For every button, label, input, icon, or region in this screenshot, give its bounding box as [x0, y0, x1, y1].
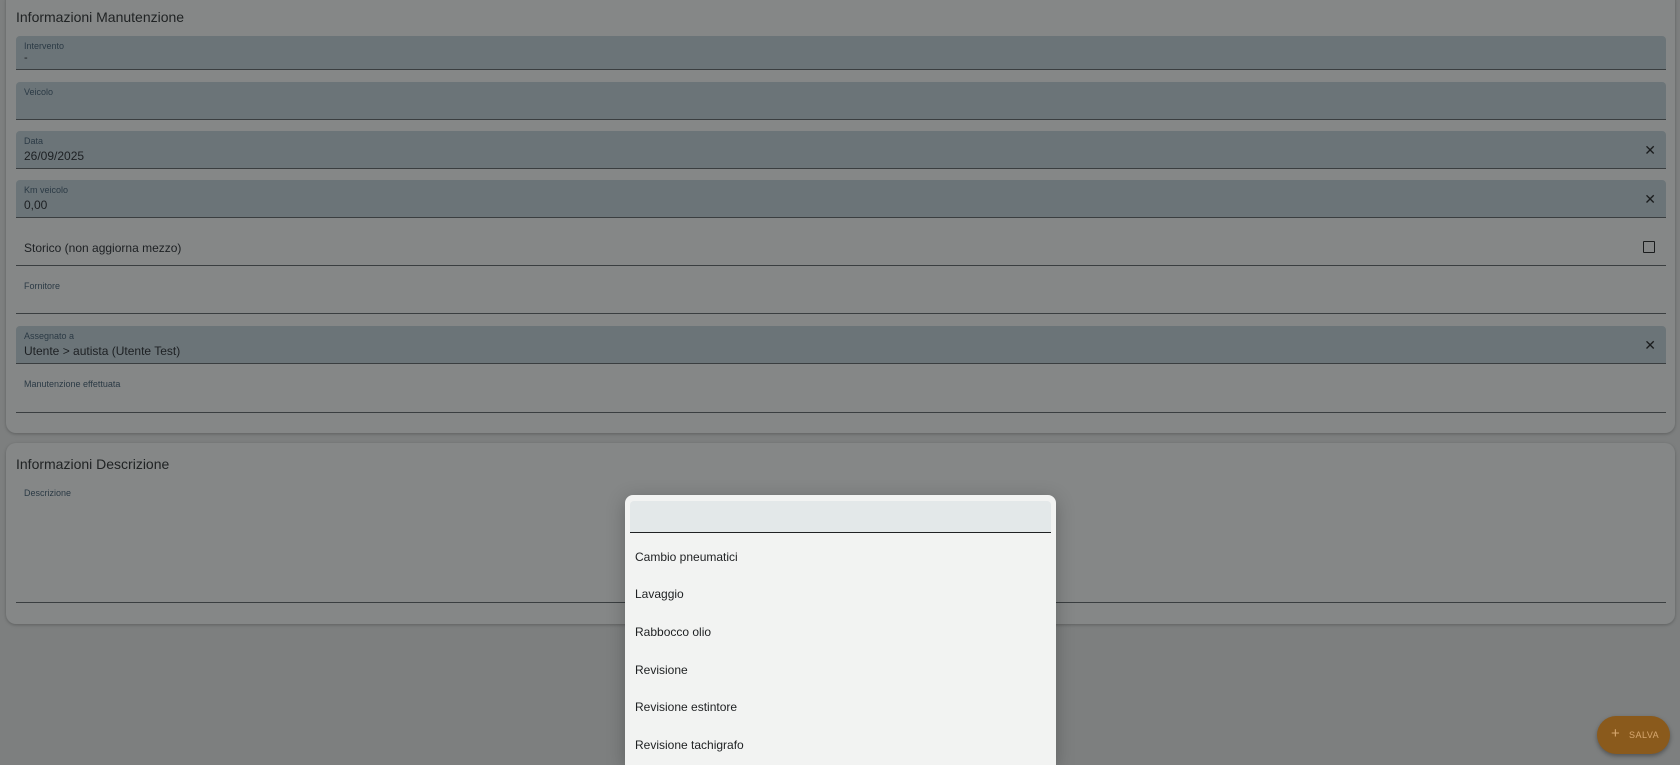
- assegnato-label: Assegnato a: [24, 331, 75, 341]
- plus-icon: +: [1611, 725, 1621, 742]
- intervento-field[interactable]: Intervento -: [16, 36, 1666, 70]
- fornitore-field[interactable]: Fornitore: [16, 276, 1666, 314]
- assegnato-clear-icon[interactable]: ✕: [1644, 338, 1656, 352]
- description-section-title: Informazioni Descrizione: [16, 456, 170, 472]
- save-button[interactable]: + SALVA: [1597, 716, 1670, 754]
- data-label: Data: [24, 136, 44, 146]
- veicolo-field[interactable]: Veicolo: [16, 82, 1666, 120]
- maintenance-section-title: Informazioni Manutenzione: [16, 9, 185, 25]
- dropdown-option[interactable]: Revisione: [635, 663, 688, 677]
- save-button-label: SALVA: [1629, 730, 1660, 740]
- intervento-dropdown-panel: Cambio pneumatici Lavaggio Rabbocco olio…: [625, 495, 1056, 765]
- manutenzione-effettuata-field[interactable]: Manutenzione effettuata: [16, 374, 1666, 413]
- data-value: 26/09/2025: [24, 149, 85, 163]
- veicolo-label: Veicolo: [24, 87, 54, 97]
- km-value: 0,00: [24, 198, 48, 212]
- km-field[interactable]: Km veicolo 0,00 ✕: [16, 180, 1666, 218]
- storico-label: Storico (non aggiorna mezzo): [24, 241, 182, 255]
- dropdown-option[interactable]: Rabbocco olio: [635, 625, 711, 639]
- maintenance-card: Informazioni Manutenzione Intervento - V…: [6, 0, 1675, 433]
- assegnato-value: Utente > autista (Utente Test): [24, 344, 181, 358]
- dropdown-option[interactable]: Revisione tachigrafo: [635, 738, 744, 752]
- data-clear-icon[interactable]: ✕: [1644, 143, 1656, 157]
- descrizione-label: Descrizione: [24, 488, 72, 498]
- dropdown-option[interactable]: Cambio pneumatici: [635, 550, 738, 564]
- km-clear-icon[interactable]: ✕: [1644, 192, 1656, 206]
- storico-row[interactable]: Storico (non aggiorna mezzo): [16, 228, 1666, 266]
- assegnato-field[interactable]: Assegnato a Utente > autista (Utente Tes…: [16, 326, 1666, 364]
- storico-checkbox[interactable]: [1643, 241, 1655, 253]
- fornitore-label: Fornitore: [24, 281, 61, 291]
- dropdown-option[interactable]: Revisione estintore: [635, 700, 737, 714]
- intervento-label: Intervento: [24, 41, 65, 51]
- dropdown-search-input[interactable]: [630, 501, 1051, 533]
- data-field[interactable]: Data 26/09/2025 ✕: [16, 131, 1666, 169]
- km-label: Km veicolo: [24, 185, 69, 195]
- dropdown-option[interactable]: Lavaggio: [635, 587, 684, 601]
- intervento-value: -: [24, 52, 28, 64]
- manutenzione-effettuata-label: Manutenzione effettuata: [24, 379, 121, 389]
